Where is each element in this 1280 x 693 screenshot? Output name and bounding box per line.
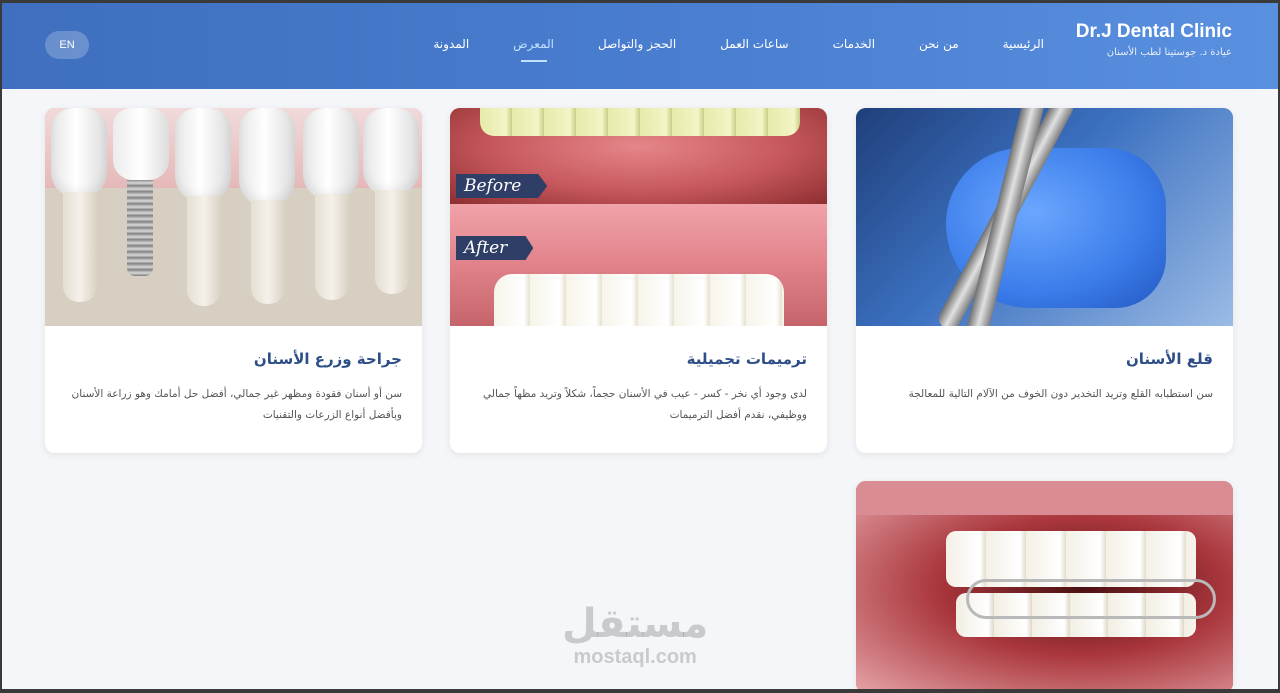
braces-photo bbox=[856, 481, 1233, 693]
nav-hours[interactable]: ساعات العمل bbox=[720, 37, 788, 51]
gallery-card-implant[interactable]: جراحة وزرع الأسنان سن أو أسنان فقودة ومظ… bbox=[45, 108, 422, 453]
extraction-photo bbox=[856, 108, 1233, 326]
implant-crown-shape bbox=[113, 108, 169, 180]
card-body: قلع الأسنان سن استطبابه القلع وتريد التخ… bbox=[856, 326, 1233, 405]
implant-illustration bbox=[45, 108, 422, 326]
brand-subtitle: عيادة د. جوستينا لطب الأسنان bbox=[1106, 47, 1232, 58]
before-after-photo: Before After bbox=[450, 108, 827, 326]
card-description: لدى وجود أي نخر - كسر - عيب في الأسنان ح… bbox=[483, 388, 807, 421]
root-shape bbox=[187, 196, 221, 306]
teeth-shape bbox=[480, 108, 800, 136]
orthodontic-wire-shape bbox=[966, 579, 1216, 619]
nav-blog[interactable]: المدونة bbox=[433, 37, 469, 51]
root-shape bbox=[251, 200, 285, 304]
card-description: سن أو أسنان فقودة ومظهر غير جمالي، أفضل … bbox=[71, 388, 402, 421]
tooth-shape bbox=[239, 108, 295, 206]
language-toggle-button[interactable]: EN bbox=[45, 31, 89, 59]
watermark: مستقل mostaql.com bbox=[562, 602, 708, 669]
card-title: قلع الأسنان bbox=[1125, 350, 1213, 368]
gallery-card-braces[interactable] bbox=[856, 481, 1233, 693]
after-label: After bbox=[456, 236, 534, 260]
gallery-card-extraction[interactable]: قلع الأسنان سن استطبابه القلع وتريد التخ… bbox=[856, 108, 1233, 453]
nav-services[interactable]: الخدمات bbox=[833, 37, 875, 51]
card-body: ترميمات تجميلية لدى وجود أي نخر - كسر - … bbox=[450, 326, 827, 426]
gallery-card-cosmetic[interactable]: Before After ترميمات تجميلية لدى وجود أي… bbox=[450, 108, 827, 453]
tooth-shape bbox=[175, 108, 231, 202]
nav-gallery[interactable]: المعرض bbox=[513, 37, 554, 51]
nav-about[interactable]: من نحن bbox=[919, 37, 959, 51]
card-title: جراحة وزرع الأسنان bbox=[253, 350, 402, 368]
window-frame-top bbox=[0, 0, 1280, 3]
nav-booking[interactable]: الحجز والتواصل bbox=[598, 37, 676, 51]
tooth-shape bbox=[303, 108, 359, 200]
implant-screw-shape bbox=[127, 180, 153, 276]
main-nav: الرئيسية من نحن الخدمات ساعات العمل الحج… bbox=[433, 37, 1044, 51]
card-description: سن استطبابه القلع وتريد التخدير دون الخو… bbox=[908, 388, 1213, 400]
window-frame-bottom bbox=[0, 689, 1280, 693]
bone-shape bbox=[45, 188, 422, 326]
watermark-arabic: مستقل bbox=[562, 601, 709, 647]
nav-home[interactable]: الرئيسية bbox=[1003, 37, 1044, 51]
brand[interactable]: Dr.J Dental Clinic عيادة د. جوستينا لطب … bbox=[1076, 21, 1232, 58]
card-title: ترميمات تجميلية bbox=[686, 350, 807, 368]
root-shape bbox=[63, 192, 97, 302]
before-label: Before bbox=[456, 174, 548, 198]
root-shape bbox=[375, 190, 409, 294]
brand-title[interactable]: Dr.J Dental Clinic bbox=[1076, 21, 1232, 43]
site-header: Dr.J Dental Clinic عيادة د. جوستينا لطب … bbox=[0, 3, 1280, 89]
lips-shape bbox=[856, 481, 1233, 515]
card-body: جراحة وزرع الأسنان سن أو أسنان فقودة ومظ… bbox=[45, 326, 422, 426]
root-shape bbox=[315, 194, 349, 300]
window-frame-left bbox=[0, 0, 2, 693]
watermark-latin: mostaql.com bbox=[573, 646, 697, 668]
tooth-shape bbox=[51, 108, 107, 198]
tooth-shape bbox=[363, 108, 419, 196]
teeth-shape bbox=[494, 274, 784, 326]
